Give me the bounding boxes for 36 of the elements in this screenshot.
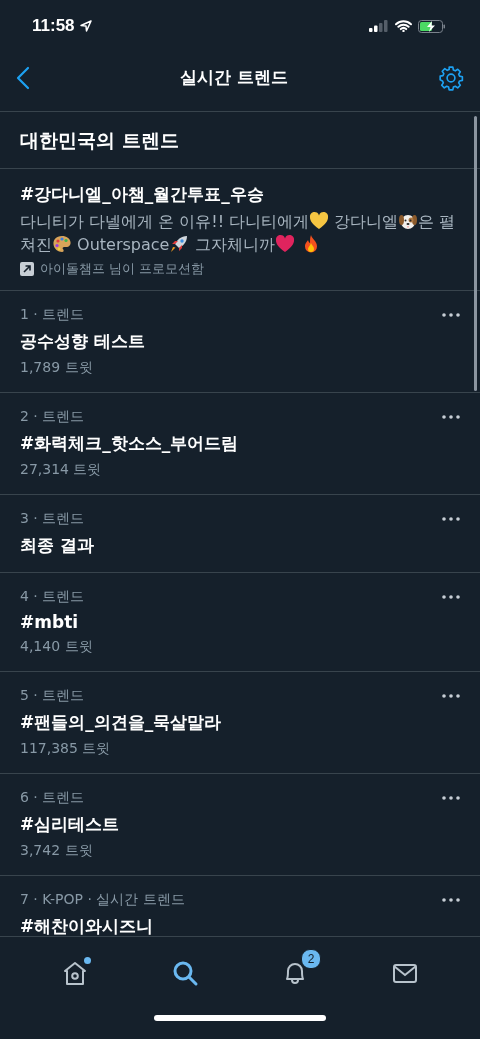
trend-name[interactable]: 최종 결과	[20, 534, 460, 557]
location-arrow-icon	[79, 20, 92, 32]
bell-tab[interactable]: 2	[269, 947, 321, 991]
page-title: 실시간 트렌드	[180, 66, 288, 89]
trend-name[interactable]: #해찬이와시즈니	[20, 915, 460, 936]
notification-count: 2	[301, 949, 321, 969]
trend-context: 3 · 트렌드	[20, 510, 85, 528]
wifi-icon	[395, 20, 412, 32]
tweet-count: 27,314 트윗	[20, 461, 103, 479]
signal-icon	[369, 20, 389, 32]
battery-charging-icon	[418, 19, 446, 33]
promoted-arrow-icon	[20, 262, 34, 276]
tweet-count: 4,140 트윗	[20, 638, 94, 656]
trend-name[interactable]: #mbti	[20, 612, 460, 632]
trend-name[interactable]: #팬들의_의견을_묵살말라	[20, 711, 460, 734]
tweet-count: 3,742 트윗	[20, 842, 94, 860]
trend-context: 6 · 트렌드	[20, 789, 85, 807]
tweet-count: 1,789 트윗	[20, 359, 94, 377]
trend-context: 4 · 트렌드	[20, 588, 85, 606]
trend-name[interactable]: #화력체크_핫소스_부어드림	[20, 432, 460, 455]
trend-context: 2 · 트렌드	[20, 408, 85, 426]
status-time: 11:58	[32, 16, 75, 36]
home-icon	[61, 959, 89, 987]
section-title: 대한민국의 트렌드	[20, 129, 179, 151]
tweet-count: 117,385 트윗	[20, 740, 112, 758]
paint-palette-icon	[52, 234, 72, 254]
trend-context: 1 · 트렌드	[20, 306, 85, 324]
promoted-description: 다니티가 다넬에게 온 이유!! 다니티에게 강다니엘 은 펼쳐진 Outerspace 그자체니까	[20, 210, 457, 256]
trend-name[interactable]: #심리테스트	[20, 813, 460, 836]
rocket-icon	[169, 234, 190, 254]
promoter-label: 아이돌챔프 님이 프로모션함	[40, 260, 205, 278]
search-icon	[171, 959, 199, 987]
promoted-hashtag[interactable]: #강다니엘_아챔_월간투표_우승	[20, 183, 460, 206]
trend-name[interactable]: 공수성향 테스트	[20, 330, 460, 353]
trend-context: 5 · 트렌드	[20, 687, 85, 705]
trend-context: 7 · K-POP · 실시간 트렌드	[20, 891, 185, 909]
